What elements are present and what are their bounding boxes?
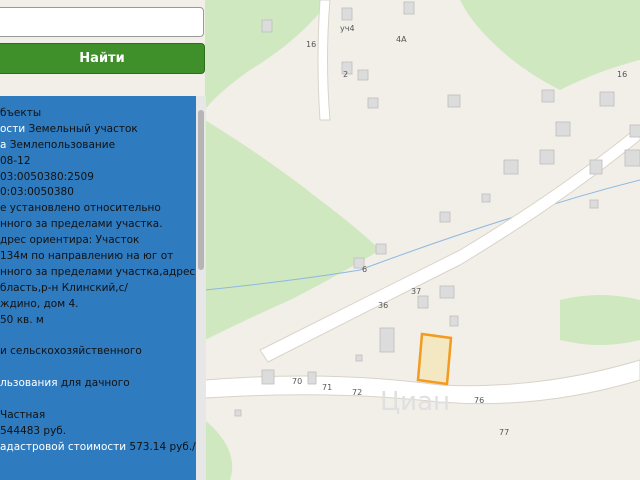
info-key: ости — [0, 122, 26, 135]
info-value: Земельный участок — [25, 122, 138, 135]
info-key: льзования — [0, 377, 58, 390]
house-number-label: 36 — [378, 301, 388, 310]
building — [439, 285, 455, 299]
house-number-label: 2 — [343, 70, 348, 79]
info-value: бласть,р-н Клинский,с/ — [0, 281, 128, 294]
building — [439, 211, 451, 223]
building — [541, 89, 555, 103]
info-line: бъекты — [0, 107, 42, 119]
info-value: дрес ориентира: Участок — [0, 234, 140, 247]
building — [261, 19, 273, 33]
info-value: Землепользование — [6, 138, 116, 151]
building — [234, 409, 242, 417]
info-value: нного за пределами участка. — [0, 218, 163, 231]
info-value: 573.14 руб./ — [126, 440, 196, 453]
building — [375, 243, 387, 255]
info-value: нного за пределами участка,адрес — [0, 265, 196, 278]
building — [379, 327, 395, 353]
info-value: е установлено относительно — [0, 202, 161, 215]
info-scrollbar[interactable] — [196, 96, 206, 480]
find-button[interactable]: Найти — [0, 43, 205, 74]
building — [341, 7, 353, 21]
house-number-label: 77 — [499, 428, 509, 437]
building — [481, 193, 491, 203]
info-value: 03:0050380:2509 — [0, 170, 94, 183]
house-number-label: 16 — [306, 40, 316, 49]
building — [599, 91, 615, 107]
map-watermark: Циан — [380, 387, 450, 417]
info-value: и сельскохозяйственного — [0, 345, 142, 358]
parcel-highlight — [416, 332, 453, 386]
info-value: ждино, дом 4. — [0, 297, 79, 310]
info-key: адастровой стоимости — [0, 440, 127, 453]
building — [357, 69, 369, 81]
house-number-label: уч4 — [340, 24, 355, 33]
house-number-label: 4А — [396, 35, 407, 44]
info-value: 08-12 — [0, 154, 31, 167]
house-number-label: 76 — [474, 396, 484, 405]
house-number-label: 37 — [411, 287, 421, 296]
house-number-label: 71 — [322, 383, 332, 392]
search-input[interactable] — [0, 7, 204, 37]
building — [589, 199, 599, 209]
building — [403, 1, 415, 15]
building — [307, 371, 317, 385]
building — [447, 94, 461, 108]
building — [417, 295, 429, 309]
building — [624, 149, 640, 167]
building — [629, 124, 640, 138]
info-value: 134м по направлению на юг от — [0, 250, 174, 263]
info-value: 544483 руб. — [0, 424, 67, 437]
info-text: бъекты ости Земельный участок а Землепол… — [0, 106, 200, 456]
house-number-label: 72 — [352, 388, 362, 397]
building — [539, 149, 555, 165]
building — [589, 159, 603, 175]
building — [355, 354, 363, 362]
scroll-thumb[interactable] — [198, 110, 204, 270]
building — [449, 315, 459, 327]
info-value: для дачного — [57, 377, 130, 390]
house-number-label: 70 — [292, 377, 302, 386]
forest-area — [560, 295, 640, 345]
building — [503, 159, 519, 175]
info-value: 50 кв. м — [0, 313, 44, 326]
house-number-label: 6 — [362, 265, 367, 274]
house-number-label: 16 — [617, 70, 627, 79]
building — [367, 97, 379, 109]
info-value: Частная — [0, 408, 46, 421]
info-panel: бъекты ости Земельный участок а Землепол… — [0, 96, 206, 480]
building — [555, 121, 571, 137]
info-value: 0:03:0050380 — [0, 186, 74, 199]
building — [261, 369, 275, 385]
